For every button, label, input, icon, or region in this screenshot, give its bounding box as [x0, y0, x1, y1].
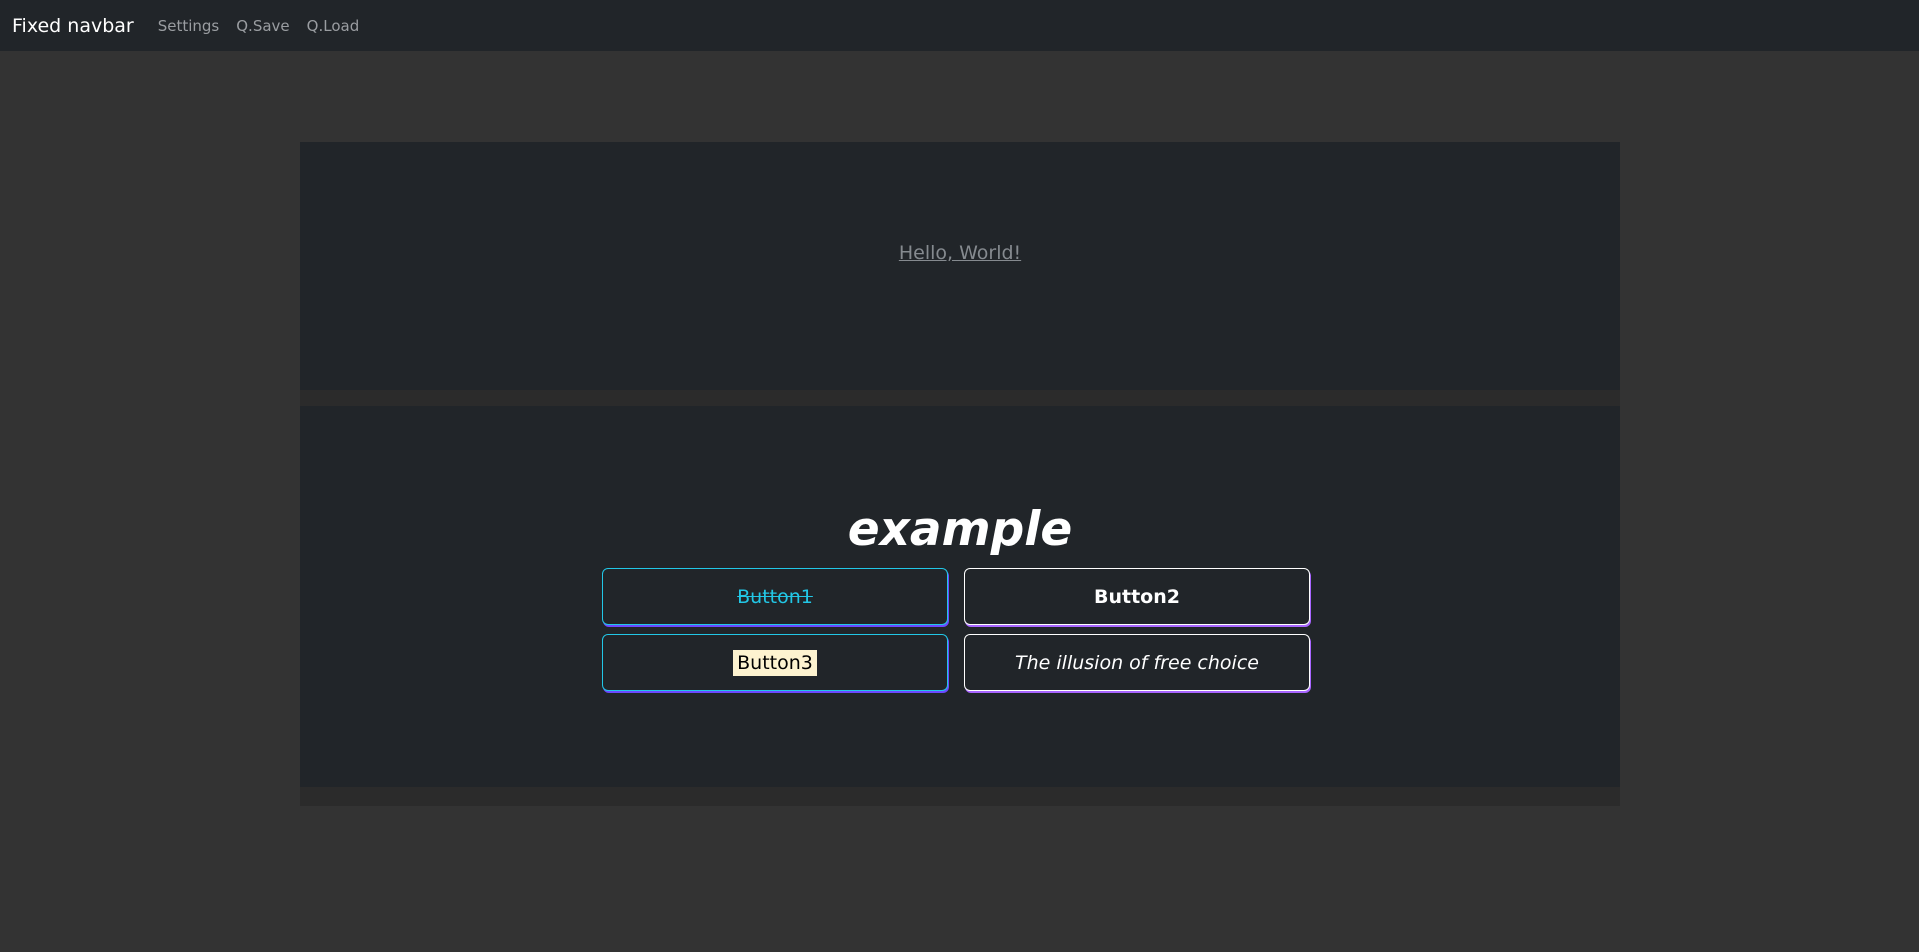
navbar-brand[interactable]: Fixed navbar: [12, 15, 134, 37]
hello-world-link[interactable]: Hello, World!: [300, 242, 1620, 264]
nav-link-settings[interactable]: Settings: [158, 17, 220, 35]
nav-link-quick-load[interactable]: Q.Load: [307, 17, 360, 35]
button-1-label: Button1: [737, 585, 813, 608]
panel-divider: [300, 390, 1620, 406]
nav-link-quick-save[interactable]: Q.Save: [236, 17, 289, 35]
free-choice-label: The illusion of free choice: [1015, 651, 1259, 674]
top-panel: Hello, World!: [300, 142, 1620, 390]
button-3[interactable]: Button3: [602, 634, 948, 691]
button-1[interactable]: Button1: [602, 568, 948, 625]
free-choice-button[interactable]: The illusion of free choice: [964, 634, 1310, 691]
navbar: Fixed navbar Settings Q.Save Q.Load: [0, 0, 1919, 51]
button-2[interactable]: Button2: [964, 568, 1310, 625]
panel-footer-strip: [300, 787, 1620, 806]
button-2-label: Button2: [1094, 585, 1180, 608]
choice-panel: example Button1 Button2 Button3 The illu…: [300, 406, 1620, 787]
button-3-label: Button3: [733, 649, 817, 676]
example-title: example: [847, 502, 1073, 557]
